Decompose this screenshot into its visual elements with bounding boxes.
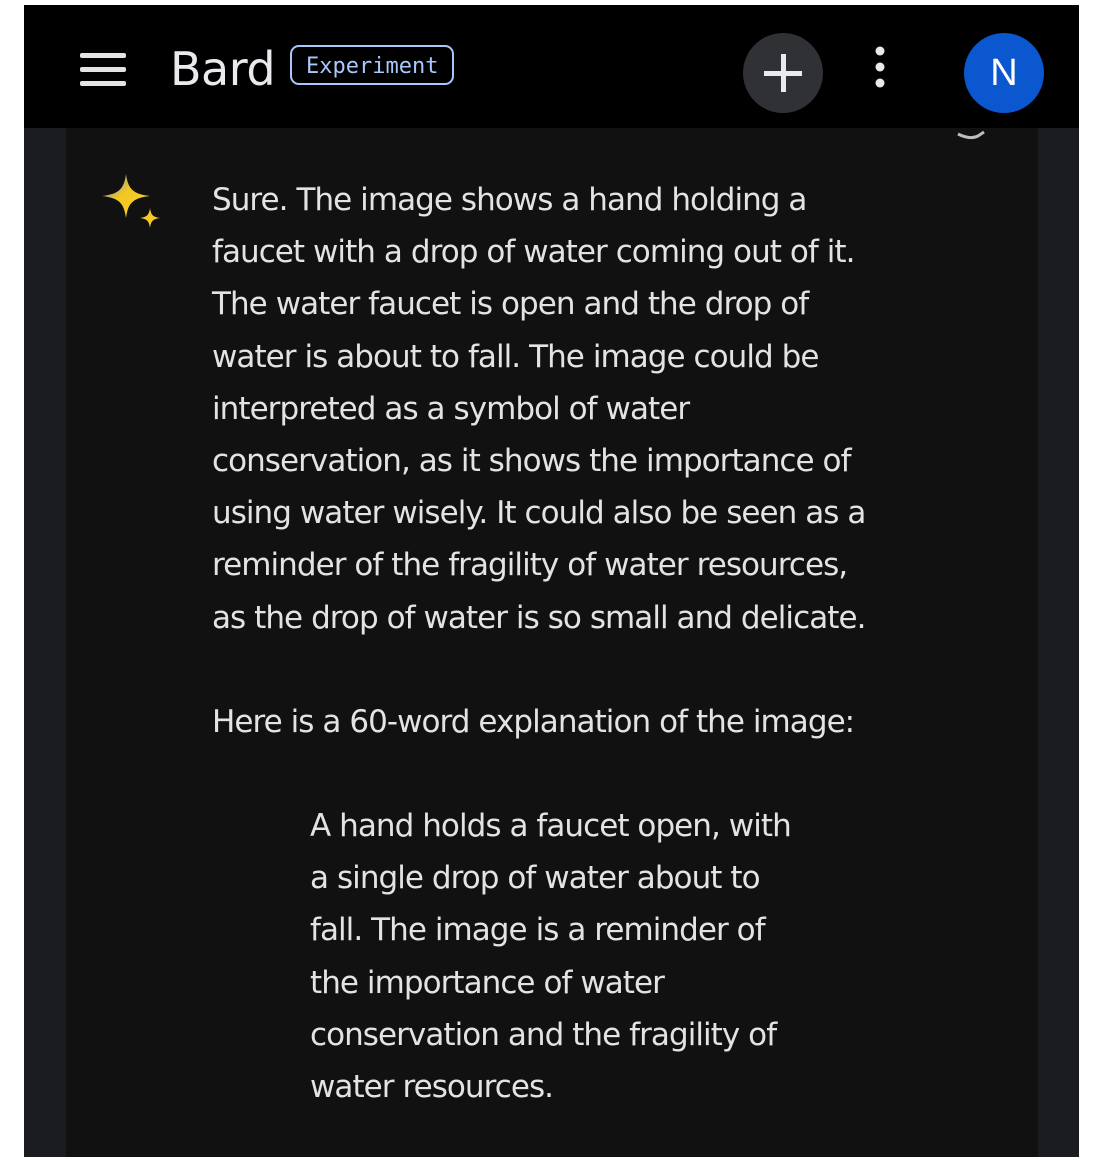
sparkle-icon [102, 174, 160, 228]
avatar[interactable]: N [964, 33, 1044, 113]
response-card: Sure. The image shows a hand holding a f… [66, 128, 1038, 1157]
more-vert-icon[interactable] [862, 43, 898, 95]
app-title: Bard [170, 42, 276, 96]
scroll-indicator-icon [957, 130, 985, 140]
response-paragraph: Sure. The image shows a hand holding a f… [212, 182, 866, 636]
new-chat-button[interactable] [743, 33, 823, 113]
response-text: Sure. The image shows a hand holding a f… [212, 174, 1012, 1113]
experiment-badge: Experiment [290, 45, 455, 85]
app-frame: Bard Experiment N Sure. The image shows … [24, 5, 1079, 1157]
explanation-intro: Here is a 60-word explanation of the ima… [212, 703, 855, 740]
top-bar: Bard Experiment N [24, 5, 1079, 128]
plus-icon [764, 54, 802, 92]
menu-icon[interactable] [80, 53, 126, 87]
explanation-quote: A hand holds a faucet open, with a singl… [310, 808, 792, 1106]
